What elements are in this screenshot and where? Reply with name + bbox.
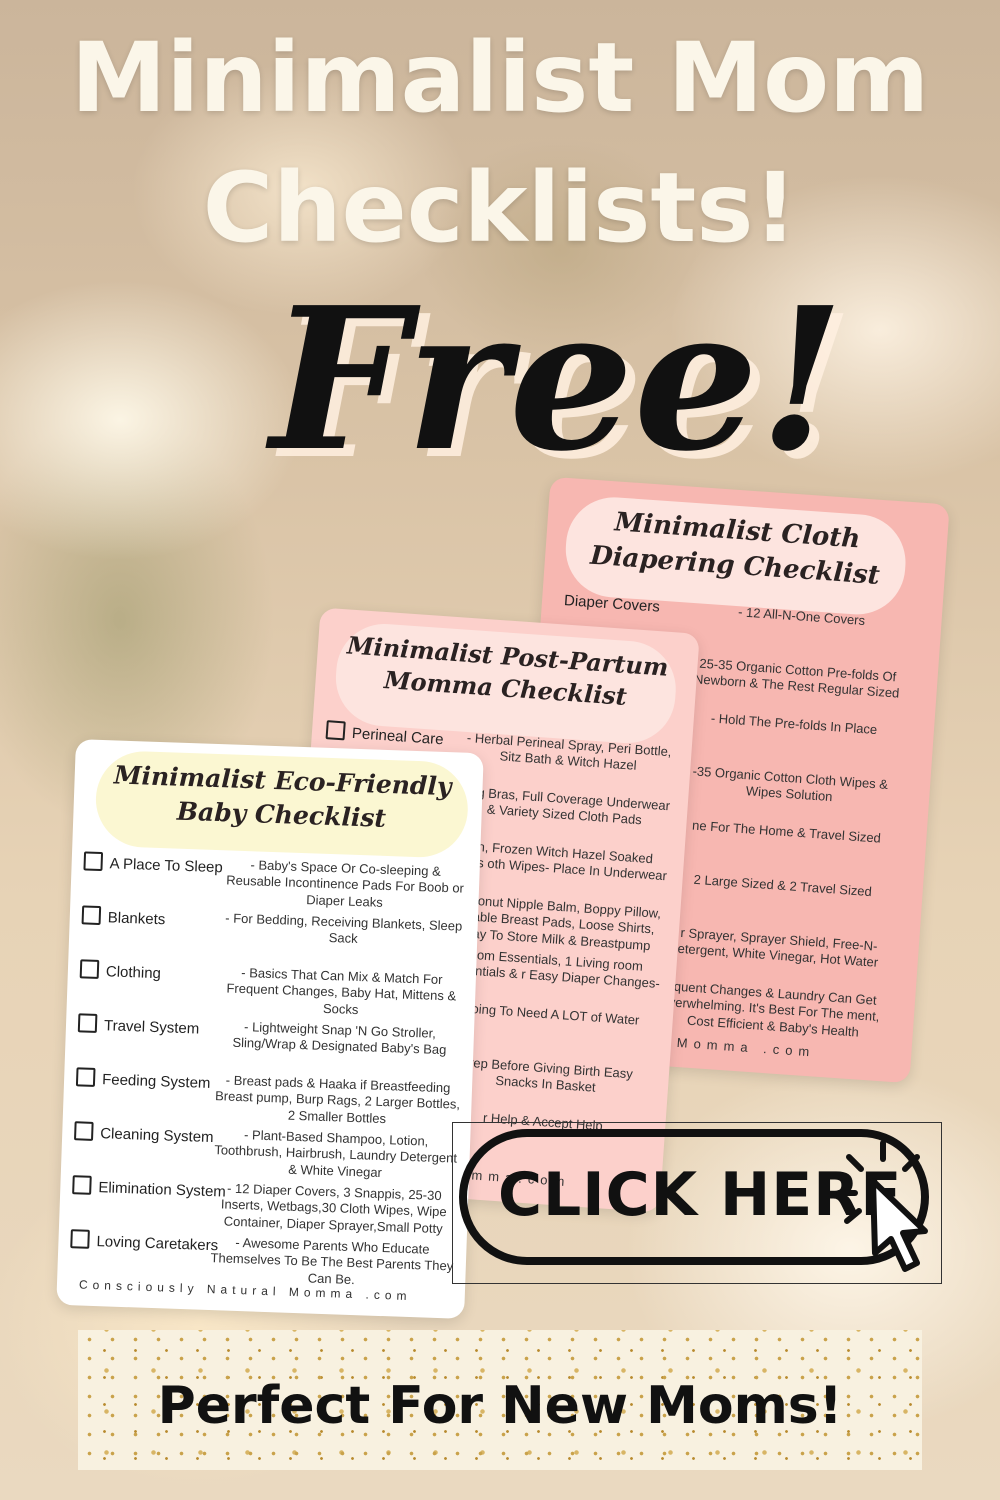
checkbox-icon[interactable] — [79, 959, 100, 979]
checklist-item-description: - Basics That Can Mix & Match For Freque… — [226, 964, 457, 1017]
checkbox-icon[interactable] — [72, 1175, 92, 1195]
checklist-row: Feeding System - Breast pads & Haaka if B… — [65, 1067, 473, 1126]
checklist-item-description: -35 Organic Cotton Cloth Wipes & Wipes S… — [692, 763, 889, 805]
checklist-item-description: ne For The Home & Travel Sized — [691, 817, 882, 846]
cursor-click-icon — [836, 1140, 928, 1272]
checklist-item-label[interactable]: Blankets — [81, 905, 166, 929]
checklist-item-description: - Breast pads & Haaka if Breastfeeding B… — [214, 1072, 461, 1126]
checklist-item-label[interactable]: Clothing — [79, 959, 162, 983]
checklist-item-description: r Sprayer, Sprayer Shield, Free-N- eterg… — [677, 924, 879, 971]
checklist-item-text: Clothing — [105, 963, 162, 983]
checklist-item-description: en, Frozen Witch Hazel Soaked Pads oth W… — [453, 838, 668, 884]
perfect-for-new-moms-banner: Perfect For New Moms! — [78, 1330, 922, 1470]
checkbox-icon[interactable] — [75, 1067, 96, 1087]
checklist-item-text: Loving Caretakers — [96, 1233, 219, 1255]
checklist-item-description: Coconut Nipple Balm, Boppy Pillow, usabl… — [454, 891, 662, 953]
checklist-item-text: Cleaning System — [99, 1125, 214, 1147]
free-label: Free! — [270, 265, 845, 495]
checklist-item-text: Perineal Care — [351, 724, 445, 749]
checklist-item-text: Blankets — [107, 909, 166, 929]
checklist-item-description: - Baby's Space Or Co-sleeping & Reusable… — [226, 857, 465, 910]
checklist-item-text: A Place To Sleep — [109, 855, 224, 877]
checklist-item-text: Travel System — [103, 1017, 200, 1038]
eco-baby-checklist-card[interactable]: Minimalist Eco-Friendly Baby Checklist A… — [56, 739, 484, 1319]
checklist-item-label[interactable]: Feeding System — [75, 1067, 211, 1092]
checklist-row: Clothing - Basics That Can Mix & Match Fo… — [68, 959, 476, 1017]
checklist-item-description: sing Bras, Full Coverage Underwear & Var… — [460, 783, 671, 828]
baby-checklist-title: Minimalist Eco-Friendly Baby Checklist — [94, 749, 470, 859]
checklist-item-label[interactable]: Travel System — [77, 1013, 200, 1038]
checklist-item-label[interactable]: Loving Caretakers — [70, 1229, 218, 1254]
click-here-button[interactable]: CLICK HERE — [452, 1122, 942, 1284]
checklist-item-label[interactable]: Elimination System — [72, 1175, 227, 1201]
headline-line-1: Minimalist Mom — [70, 22, 930, 134]
checklist-item-description: - Lightweight Snap 'N Go Stroller, Sling… — [232, 1019, 447, 1058]
checklist-item-label[interactable]: A Place To Sleep — [83, 851, 223, 876]
checklist-item-text: Feeding System — [101, 1071, 211, 1092]
checkbox-icon[interactable] — [70, 1229, 90, 1249]
checklist-item-description: quent Changes & Laundry Can Get verwhelm… — [668, 978, 880, 1040]
checkbox-icon[interactable] — [77, 1013, 98, 1033]
checkbox-icon[interactable] — [81, 905, 102, 926]
checklist-item-description: - Hold The Pre-folds In Place — [710, 710, 878, 738]
checkbox-icon[interactable] — [325, 720, 346, 741]
checklist-item-description: 2 Large Sized & 2 Travel Sized — [693, 871, 873, 900]
checklist-item-description: - 12 Diaper Covers, 3 Snappis, 25-30 Ins… — [220, 1180, 447, 1236]
checklist-item-text: Elimination System — [98, 1179, 227, 1201]
checkbox-icon[interactable] — [83, 851, 104, 872]
checklist-item-description: - For Bedding, Receiving Blankets, Sleep… — [225, 910, 463, 947]
checkbox-icon[interactable] — [73, 1121, 94, 1141]
checklist-item-label[interactable]: Cleaning System — [73, 1121, 214, 1147]
checklist-item-description: - Plant-Based Shampoo, Lotion, Toothbrus… — [214, 1127, 458, 1180]
banner-label: Perfect For New Moms! — [157, 1376, 843, 1436]
headline-line-2: Checklists! — [202, 152, 798, 264]
checklist-item-description: 25-35 Organic Cotton Pre-folds Of Newbor… — [693, 655, 900, 701]
